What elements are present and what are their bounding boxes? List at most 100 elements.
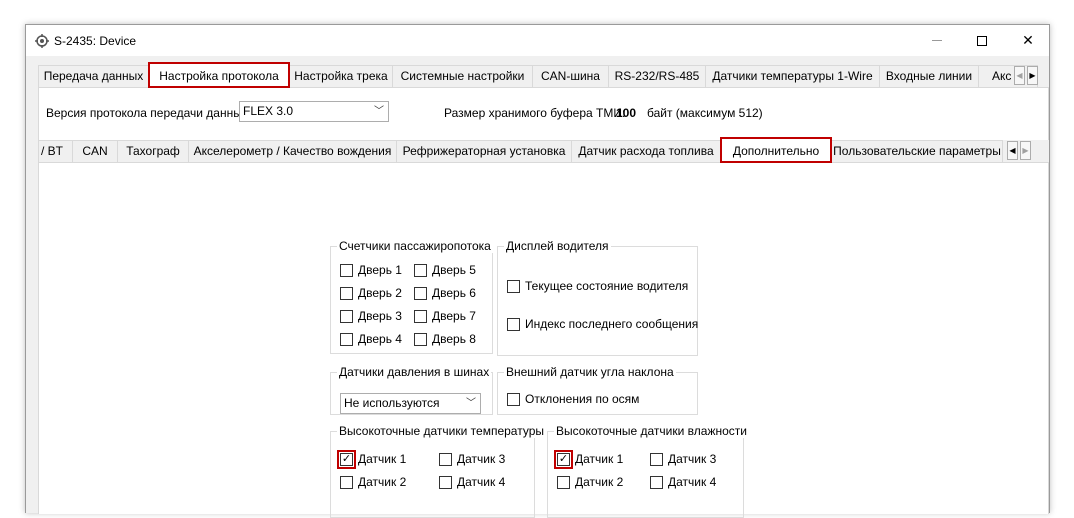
group-title: Счетчики пассажиропотока bbox=[337, 239, 493, 253]
tab-bt[interactable]: / BT bbox=[38, 140, 73, 162]
tab-scroll-left-button[interactable]: ◀ bbox=[1014, 66, 1025, 85]
title-bar: S-2435: Device ✕ bbox=[26, 25, 1049, 56]
checkbox-box[interactable] bbox=[414, 286, 427, 300]
passenger-counters-group: Счетчики пассажиропотока Дверь 1 Дверь 2… bbox=[330, 239, 493, 354]
checkbox-box[interactable] bbox=[340, 286, 353, 300]
device-window: S-2435: Device ✕ Передача данных Настрой… bbox=[25, 24, 1050, 518]
temp-sensor-1-checkbox[interactable]: ✓ Датчик 1 bbox=[337, 449, 407, 469]
checkbox-label: Датчик 4 bbox=[457, 475, 506, 489]
door-6-checkbox[interactable]: Дверь 6 bbox=[414, 286, 476, 300]
chevron-down-icon: ﹀ bbox=[374, 106, 384, 117]
checkbox-label: Дверь 2 bbox=[358, 286, 402, 300]
door-8-checkbox[interactable]: Дверь 8 bbox=[414, 332, 476, 346]
door-7-checkbox[interactable]: Дверь 7 bbox=[414, 309, 476, 323]
tab-input-lines[interactable]: Входные линии bbox=[879, 65, 979, 87]
checkbox-label: Дверь 8 bbox=[432, 332, 476, 346]
checkbox-box[interactable] bbox=[414, 332, 427, 346]
tab-track-settings[interactable]: Настройка трека bbox=[289, 65, 393, 87]
driver-display-group: Дисплей водителя Текущее состояние водит… bbox=[497, 239, 698, 356]
door-3-checkbox[interactable]: Дверь 3 bbox=[340, 309, 402, 323]
window-title: S-2435: Device bbox=[54, 34, 137, 48]
checkbox-box[interactable] bbox=[414, 263, 427, 277]
tab-temperature-1wire[interactable]: Датчики температуры 1-Wire bbox=[705, 65, 880, 87]
temp-sensor-3-checkbox[interactable]: Датчик 3 bbox=[439, 452, 505, 466]
tab-label: Тахограф bbox=[126, 144, 180, 158]
door-5-checkbox[interactable]: Дверь 5 bbox=[414, 263, 476, 277]
tab-scroll-right-button[interactable]: ▶ bbox=[1027, 66, 1038, 85]
group-title: Дисплей водителя bbox=[504, 239, 611, 253]
subtab-scroll-right-button[interactable]: ▶ bbox=[1020, 141, 1031, 160]
tab-fuel-sensor[interactable]: Датчик расхода топлива bbox=[571, 140, 721, 162]
temp-sensor-2-checkbox[interactable]: Датчик 2 bbox=[340, 475, 406, 489]
sub-tabs: / BT CAN Тахограф Акселерометр / Качеств… bbox=[38, 137, 1049, 163]
checkbox-label: Дверь 5 bbox=[432, 263, 476, 277]
tab-refrigerator[interactable]: Рефрижераторная установка bbox=[396, 140, 572, 162]
tab-can[interactable]: CAN bbox=[72, 140, 118, 162]
tab-label: Датчик расхода топлива bbox=[578, 144, 714, 158]
tab-label: CAN-шина bbox=[541, 69, 600, 83]
checkbox-box[interactable]: ✓ bbox=[554, 449, 573, 469]
humidity-sensor-3-checkbox[interactable]: Датчик 3 bbox=[650, 452, 716, 466]
checkbox-box[interactable] bbox=[439, 475, 452, 489]
tab-data-transfer[interactable]: Передача данных bbox=[38, 65, 149, 87]
tab-rs232-rs485[interactable]: RS-232/RS-485 bbox=[608, 65, 706, 87]
tab-label: Пользовательские параметры bbox=[833, 144, 1001, 158]
checkbox-label: Дверь 3 bbox=[358, 309, 402, 323]
tab-can-bus[interactable]: CAN-шина bbox=[532, 65, 609, 87]
checkbox-box[interactable] bbox=[650, 475, 663, 489]
protocol-version-select[interactable]: FLEX 3.0 ﹀ bbox=[239, 101, 389, 122]
door-4-checkbox[interactable]: Дверь 4 bbox=[340, 332, 402, 346]
axis-deviation-checkbox[interactable]: Отклонения по осям bbox=[507, 392, 639, 406]
door-2-checkbox[interactable]: Дверь 2 bbox=[340, 286, 402, 300]
tire-pressure-select[interactable]: Не используются ﹀ bbox=[340, 393, 481, 414]
tilt-sensor-group: Внешний датчик угла наклона Отклонения п… bbox=[497, 365, 698, 415]
driver-state-checkbox[interactable]: Текущее состояние водителя bbox=[507, 279, 688, 293]
checkbox-label: Индекс последнего сообщения bbox=[525, 317, 699, 331]
checkbox-label: Датчик 3 bbox=[457, 452, 506, 466]
maximize-button[interactable] bbox=[959, 25, 1005, 56]
checkbox-box[interactable] bbox=[340, 309, 353, 323]
checkbox-box[interactable] bbox=[340, 263, 353, 277]
subtab-scroll-left-button[interactable]: ◀ bbox=[1007, 141, 1018, 160]
last-message-index-checkbox[interactable]: Индекс последнего сообщения bbox=[507, 317, 698, 331]
checkbox-box[interactable] bbox=[439, 452, 452, 466]
checkbox-box[interactable] bbox=[507, 317, 520, 331]
checkbox-box[interactable] bbox=[414, 309, 427, 323]
checkbox-box[interactable] bbox=[340, 475, 353, 489]
temp-sensor-4-checkbox[interactable]: Датчик 4 bbox=[439, 475, 505, 489]
door-1-checkbox[interactable]: Дверь 1 bbox=[340, 263, 402, 277]
tab-accelerometer[interactable]: Акселерометр / Качество вождения bbox=[188, 140, 397, 162]
tab-label: Дополнительно bbox=[732, 144, 820, 158]
checkbox-box[interactable] bbox=[650, 452, 663, 466]
checkbox-box[interactable] bbox=[507, 279, 520, 293]
tab-additional[interactable]: Дополнительно bbox=[720, 137, 832, 163]
tab-protocol-settings[interactable]: Настройка протокола bbox=[148, 62, 290, 88]
tab-label: Акс bbox=[992, 69, 1012, 83]
tab-tachograph[interactable]: Тахограф bbox=[117, 140, 189, 162]
tab-label: Настройка протокола bbox=[159, 69, 279, 83]
humidity-sensor-2-checkbox[interactable]: Датчик 2 bbox=[557, 475, 623, 489]
humidity-sensor-4-checkbox[interactable]: Датчик 4 bbox=[650, 475, 716, 489]
close-button[interactable]: ✕ bbox=[1005, 25, 1051, 56]
checkbox-box[interactable]: ✓ bbox=[337, 449, 356, 469]
tab-label: Настройка трека bbox=[294, 69, 388, 83]
buffer-size-unit: байт (максимум 512) bbox=[647, 106, 763, 120]
checkbox-label: Датчик 4 bbox=[668, 475, 717, 489]
maximize-icon bbox=[977, 35, 987, 46]
checkbox-label: Датчик 1 bbox=[358, 452, 407, 466]
tab-label: / BT bbox=[41, 144, 64, 158]
tab-user-params[interactable]: Пользовательские параметры bbox=[831, 140, 1003, 162]
tab-label: Датчики температуры 1-Wire bbox=[712, 69, 873, 83]
checkbox-box[interactable] bbox=[557, 475, 570, 489]
tire-pressure-group: Датчики давления в шинах Не используются… bbox=[330, 365, 493, 415]
checkbox-label: Датчик 2 bbox=[575, 475, 624, 489]
tab-system-settings[interactable]: Системные настройки bbox=[392, 65, 533, 87]
minimize-button[interactable] bbox=[914, 25, 960, 56]
tab-label: Входные линии bbox=[885, 69, 973, 83]
additional-settings-panel: Счетчики пассажиропотока Дверь 1 Дверь 2… bbox=[38, 163, 1049, 518]
checkbox-box[interactable] bbox=[507, 392, 520, 406]
protocol-panel: Версия протокола передачи данных FLEX 3.… bbox=[38, 88, 1049, 140]
sub-tab-scroller: ◀ ▶ bbox=[1007, 141, 1031, 160]
humidity-sensor-1-checkbox[interactable]: ✓ Датчик 1 bbox=[554, 449, 623, 469]
checkbox-box[interactable] bbox=[340, 332, 353, 346]
